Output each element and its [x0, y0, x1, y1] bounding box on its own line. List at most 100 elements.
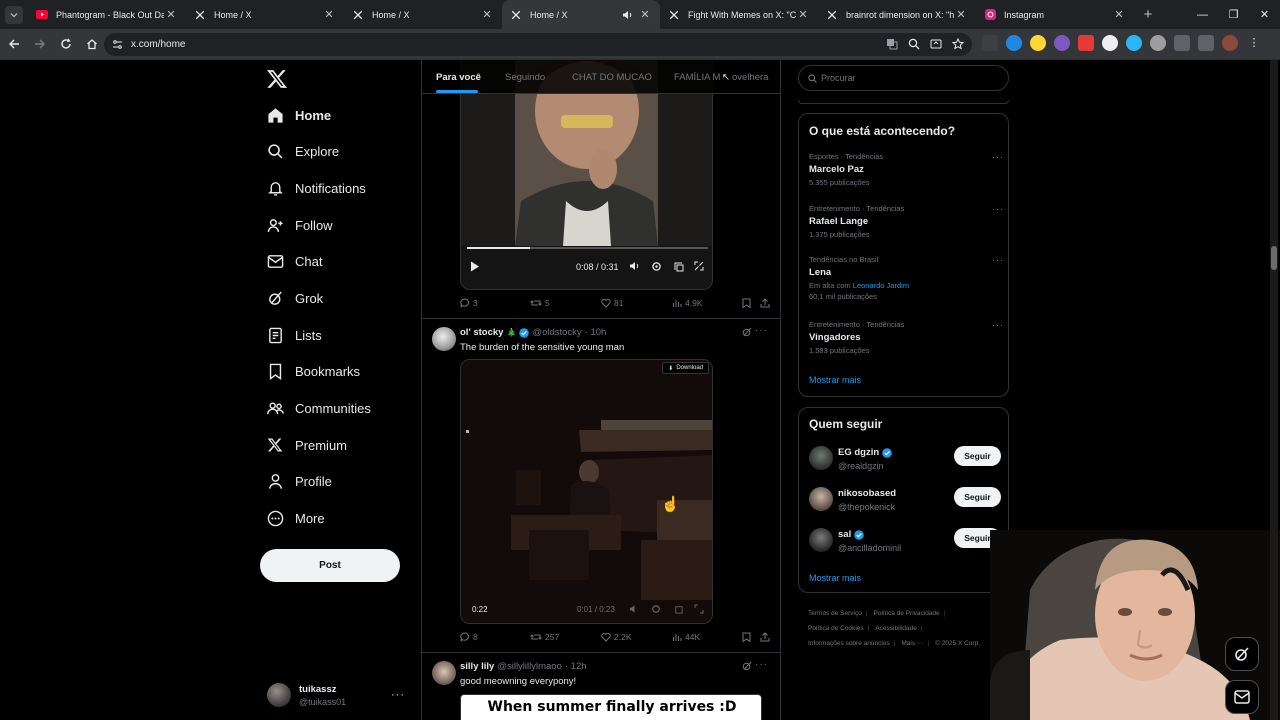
- tweet-image[interactable]: When summer finally arrives :D: [460, 694, 762, 720]
- reply-button[interactable]: 8: [460, 632, 478, 642]
- profile-avatar[interactable]: [1222, 35, 1238, 51]
- tab-chat-do-mucao[interactable]: CHAT DO MUCAO: [572, 72, 652, 83]
- video-progress-track[interactable]: [467, 247, 708, 249]
- like-button[interactable]: 81: [601, 298, 623, 308]
- browser-tab-x-1[interactable]: Home / X ✕: [186, 0, 344, 29]
- bookmark-star-icon[interactable]: [950, 36, 966, 52]
- tweet-time[interactable]: · 12h: [565, 661, 587, 672]
- nav-item-communities[interactable]: Communities: [266, 394, 371, 422]
- follow-button[interactable]: Seguir: [954, 487, 1001, 507]
- back-button[interactable]: [2, 32, 26, 56]
- nav-item-lists[interactable]: Lists: [266, 321, 322, 349]
- nav-item-notifications[interactable]: Notifications: [266, 174, 366, 202]
- search-box[interactable]: [798, 65, 1009, 91]
- settings-gear-icon[interactable]: [651, 261, 662, 272]
- search-input[interactable]: [821, 73, 991, 83]
- tab-ovelhera[interactable]: ovelhera: [732, 72, 768, 83]
- browser-tab-youtube[interactable]: Phantogram - Black Out Days ( ✕: [28, 0, 186, 29]
- browser-tab-x-active[interactable]: Home / X ✕: [502, 0, 660, 29]
- author-name[interactable]: silly lily: [460, 661, 494, 672]
- tweet-video[interactable]: 0:08 / 0:31: [460, 60, 713, 290]
- more-options-icon[interactable]: ···: [755, 325, 768, 336]
- footer-link[interactable]: Mais ···: [901, 640, 923, 647]
- tweet-video[interactable]: ⬇ Download 0:22 0:01 / 0:23 ☝: [460, 359, 713, 624]
- messages-float-button[interactable]: [1225, 680, 1259, 714]
- settings-gear-icon[interactable]: [651, 604, 661, 614]
- browser-tab-x-2[interactable]: Home / X ✕: [344, 0, 502, 29]
- new-tab-button[interactable]: +: [1134, 6, 1162, 23]
- reload-button[interactable]: [54, 32, 78, 56]
- speaker-icon[interactable]: [622, 10, 636, 20]
- share-button[interactable]: [760, 632, 770, 642]
- bookmark-button[interactable]: [742, 298, 751, 308]
- tab-familia-m[interactable]: FAMÍLIA M: [674, 72, 720, 83]
- nav-item-more[interactable]: More: [266, 504, 325, 532]
- download-button[interactable]: ⬇ Download: [662, 362, 709, 374]
- pip-icon[interactable]: [673, 261, 684, 272]
- more-options-icon[interactable]: ···: [992, 152, 1004, 162]
- forward-button[interactable]: [28, 32, 52, 56]
- footer-link[interactable]: Termos de Serviço: [808, 610, 862, 617]
- nav-item-follow[interactable]: Follow: [266, 211, 333, 239]
- close-tab-icon[interactable]: ✕: [164, 8, 178, 21]
- nav-item-bookmarks[interactable]: Bookmarks: [266, 357, 360, 385]
- close-tab-icon[interactable]: ✕: [954, 8, 968, 21]
- translate-icon[interactable]: [884, 36, 900, 52]
- avatar[interactable]: [432, 661, 456, 685]
- follow-suggestion[interactable]: nikosobased @thepokenick Seguir: [809, 486, 1001, 514]
- follow-suggestion[interactable]: sal @ancilladominil Seguir: [809, 527, 1001, 555]
- volume-icon[interactable]: [629, 604, 639, 614]
- tweet-time[interactable]: · 10h: [585, 327, 607, 338]
- nav-item-home[interactable]: Home: [266, 101, 331, 129]
- footer-link[interactable]: Política de Privacidade: [874, 610, 940, 617]
- trend-related-link[interactable]: Leonardo Jardim: [853, 281, 909, 290]
- grok-float-button[interactable]: [1225, 637, 1259, 671]
- views-button[interactable]: 4.9K: [672, 298, 703, 308]
- more-options-icon[interactable]: ···: [992, 204, 1004, 214]
- browser-tab-instagram[interactable]: Instagram ✕: [976, 0, 1134, 29]
- minimize-button[interactable]: —: [1187, 0, 1218, 29]
- fullscreen-icon[interactable]: [694, 604, 704, 614]
- post-button[interactable]: Post: [260, 549, 400, 582]
- reply-button[interactable]: 3: [460, 298, 478, 308]
- follow-button[interactable]: Seguir: [954, 446, 1001, 466]
- extension-icon[interactable]: [1150, 35, 1166, 51]
- volume-icon[interactable]: [629, 261, 640, 271]
- more-options-icon[interactable]: ···: [992, 255, 1004, 265]
- avatar[interactable]: [432, 327, 456, 351]
- trend-item[interactable]: Esportes · Tendências Marcelo Paz 5.355 …: [809, 152, 1004, 187]
- footer-link[interactable]: Informações sobre anúncios: [808, 640, 890, 647]
- show-more-link[interactable]: Mostrar mais: [809, 375, 861, 385]
- author-name[interactable]: ol' stocky: [460, 327, 503, 338]
- account-switcher[interactable]: tuikassz @tuikass01 ···: [267, 679, 415, 711]
- pip-icon[interactable]: [673, 604, 683, 614]
- close-window-button[interactable]: ✕: [1249, 0, 1280, 29]
- close-tab-icon[interactable]: ✕: [322, 8, 336, 21]
- footer-link[interactable]: Acessibilidade: [875, 625, 917, 632]
- nav-item-explore[interactable]: Explore: [266, 137, 339, 165]
- tab-for-you[interactable]: Para você: [436, 72, 481, 83]
- nav-item-profile[interactable]: Profile: [266, 467, 332, 495]
- author-handle[interactable]: @sillylillylmaoo: [497, 661, 562, 672]
- bookmark-button[interactable]: [742, 632, 751, 642]
- home-button[interactable]: [80, 32, 104, 56]
- extension-icon[interactable]: [1078, 35, 1094, 51]
- tab-following[interactable]: Seguindo: [505, 72, 545, 83]
- repost-button[interactable]: 5: [530, 298, 550, 308]
- address-bar[interactable]: x.com/home: [104, 33, 972, 56]
- share-button[interactable]: [760, 298, 770, 308]
- extension-icon[interactable]: [1054, 35, 1070, 51]
- cast-icon[interactable]: [928, 36, 944, 52]
- page-scrollbar[interactable]: [1270, 60, 1278, 720]
- play-icon[interactable]: [470, 261, 480, 272]
- tab-search-button[interactable]: [0, 0, 28, 29]
- trend-item[interactable]: Entretenimento · Tendências Vingadores 1…: [809, 320, 1004, 355]
- zoom-icon[interactable]: [906, 36, 922, 52]
- close-tab-icon[interactable]: ✕: [638, 8, 652, 21]
- nav-item-grok[interactable]: Grok: [266, 284, 323, 312]
- grok-icon[interactable]: [742, 327, 752, 337]
- scrollbar-thumb[interactable]: [1271, 246, 1277, 270]
- views-button[interactable]: 44K: [672, 632, 700, 642]
- footer-link[interactable]: Política de Cookies: [808, 625, 864, 632]
- like-button[interactable]: 2.2K: [601, 632, 632, 642]
